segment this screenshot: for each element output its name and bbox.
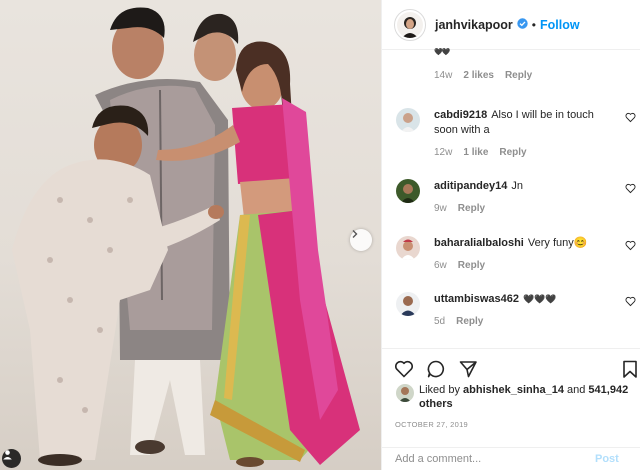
comment-input[interactable]: [395, 453, 585, 465]
commenter-avatar[interactable]: [396, 292, 420, 316]
comment-heart-icon[interactable]: [625, 296, 636, 307]
comment-heart-icon[interactable]: [625, 240, 636, 251]
comment-text: 🖤🖤: [434, 49, 450, 56]
likes-summary: Liked by abhishek_sinha_14 and 541,942 o…: [396, 383, 636, 411]
comment-age: 12w: [434, 147, 453, 158]
comment-item: aditipandey14 Jn 9w Reply: [396, 179, 636, 214]
liked-by-prefix: Liked by: [419, 384, 460, 396]
comment-meta: 5d Reply: [434, 316, 614, 327]
comment-composer: Post: [382, 447, 640, 470]
share-icon[interactable]: [458, 359, 478, 379]
commenter-avatar[interactable]: [396, 108, 420, 132]
person-tag-icon: [3, 450, 12, 460]
comment-likes[interactable]: 2 likes: [463, 70, 494, 81]
commenter-username[interactable]: cabdi9218: [434, 109, 487, 121]
comment-item: cabdi9218 Also I will be in touch soon wi…: [396, 108, 636, 158]
commenter-username[interactable]: baharalialbaloshi: [434, 237, 524, 249]
comment-meta: 12w 1 like Reply: [434, 147, 614, 158]
author-username[interactable]: janhvikapoor: [435, 18, 513, 32]
reply-button[interactable]: Reply: [456, 316, 483, 327]
comment-age: 14w: [434, 70, 453, 81]
liker-avatar[interactable]: [396, 384, 414, 402]
reply-button[interactable]: Reply: [458, 260, 485, 271]
liked-by-and: and: [567, 384, 586, 396]
comment-text: 🖤🖤🖤: [522, 294, 557, 304]
reply-button[interactable]: Reply: [458, 203, 485, 214]
bookmark-icon[interactable]: [620, 359, 640, 379]
reply-button[interactable]: Reply: [499, 147, 526, 158]
post-date: OCTOBER 27, 2019: [395, 420, 469, 429]
comment-age: 6w: [434, 260, 447, 271]
comment-age: 9w: [434, 203, 447, 214]
author-avatar-image: [397, 11, 423, 38]
post-photo-illustration: [12, 7, 360, 467]
commenter-avatar[interactable]: [396, 179, 420, 203]
comment-fragment: 🖤🖤 14w 2 likes Reply: [434, 48, 532, 81]
verified-badge-icon: [517, 16, 528, 34]
post-header: janhvikapoor • Follow: [382, 0, 640, 50]
comment-likes[interactable]: 1 like: [463, 147, 488, 158]
follow-button[interactable]: Follow: [540, 18, 580, 32]
comment-meta: 9w Reply: [434, 203, 614, 214]
heart-icon[interactable]: [394, 359, 414, 379]
comment-item: baharalialbaloshi Very funy😊 6w Reply: [396, 236, 636, 271]
comment-meta: 6w Reply: [434, 260, 614, 271]
comment-item: uttambiswas462 🖤🖤🖤 5d Reply: [396, 292, 636, 327]
chevron-right-icon: [352, 230, 358, 238]
comment-meta: 14w 2 likes Reply: [434, 70, 532, 81]
reply-button[interactable]: Reply: [505, 70, 532, 81]
next-image-button[interactable]: [350, 229, 372, 251]
commenter-username[interactable]: aditipandey14: [434, 180, 507, 192]
commenter-avatar[interactable]: [396, 236, 420, 260]
comment-age: 5d: [434, 316, 446, 327]
commenter-username[interactable]: uttambiswas462: [434, 293, 519, 305]
comment-heart-icon[interactable]: [625, 112, 636, 123]
comment-text: Very funy😊: [527, 237, 588, 249]
post-actions-bar: [382, 348, 640, 388]
comment-icon[interactable]: [426, 359, 446, 379]
comment-text: Jn: [511, 180, 523, 192]
post-comment-button[interactable]: Post: [595, 453, 619, 465]
author-avatar[interactable]: [394, 8, 426, 41]
post-side-panel: janhvikapoor • Follow 🖤🖤 14w 2 likes Rep…: [381, 0, 640, 470]
post-photo[interactable]: [0, 0, 381, 470]
comment-heart-icon[interactable]: [625, 183, 636, 194]
separator-dot: •: [531, 17, 536, 32]
tagged-people-button[interactable]: [2, 449, 21, 468]
liker-username[interactable]: abhishek_sinha_14: [463, 384, 564, 396]
